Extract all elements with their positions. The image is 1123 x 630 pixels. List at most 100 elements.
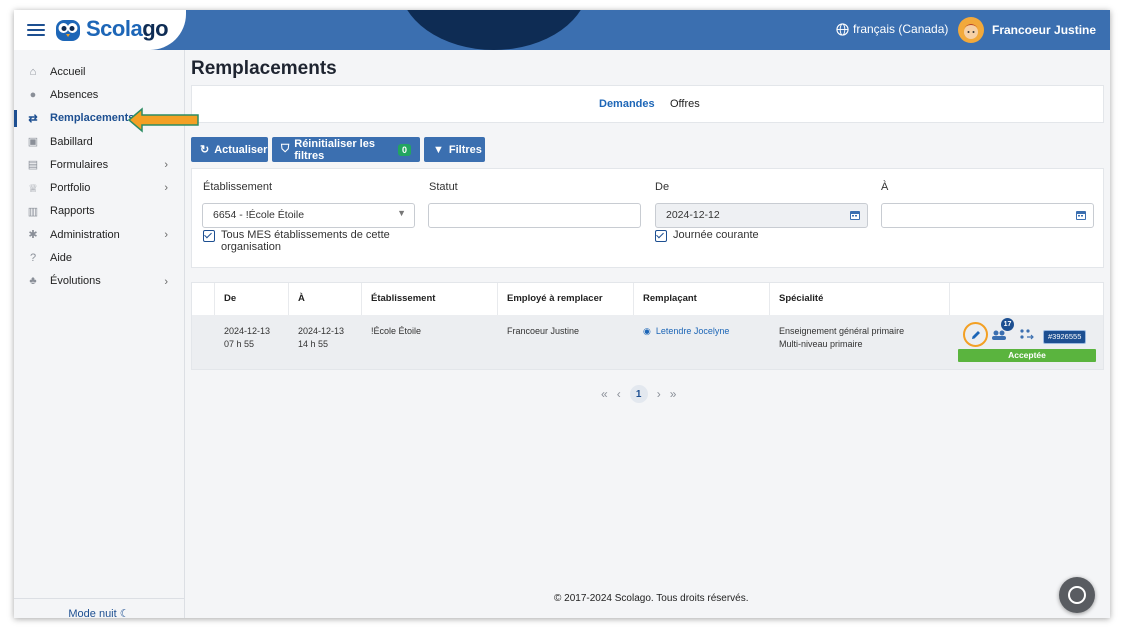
chevron-right-icon: › bbox=[164, 229, 168, 242]
help-chat-button[interactable] bbox=[1059, 577, 1095, 613]
column-header-a[interactable]: À bbox=[298, 293, 305, 304]
current-page[interactable]: 1 bbox=[629, 385, 648, 403]
sprout-icon: ♣ bbox=[29, 275, 37, 288]
a-date-field[interactable] bbox=[881, 203, 1094, 228]
statut-label: Statut bbox=[429, 181, 458, 193]
chevron-right-icon: › bbox=[164, 275, 168, 288]
pencil-icon bbox=[971, 330, 980, 339]
column-header-specialite[interactable]: Spécialité bbox=[779, 293, 823, 304]
pagination: « ‹ 1 › » bbox=[601, 385, 676, 403]
sidebar-nav: ⌂ Accueil ● Absences ⇄ Remplacements ▣ Babil… bbox=[14, 50, 184, 293]
de-date-field[interactable]: 2024-12-12 bbox=[655, 203, 868, 228]
first-page-icon[interactable]: « bbox=[601, 387, 608, 401]
reset-count-badge: 0 bbox=[397, 143, 411, 156]
calendar-icon[interactable] bbox=[849, 209, 861, 221]
page-title: Remplacements bbox=[191, 58, 337, 79]
refresh-button[interactable]: ↻ Actualiser bbox=[191, 137, 268, 162]
tab-demandes[interactable]: Demandes bbox=[599, 98, 655, 110]
sidebar: ⌂ Accueil ● Absences ⇄ Remplacements ▣ Babil… bbox=[14, 50, 185, 618]
avatar bbox=[958, 17, 984, 43]
column-header-etablissement[interactable]: Établissement bbox=[371, 293, 435, 304]
etablissement-select[interactable]: 6654 - !École Étoile ▼ bbox=[202, 203, 415, 228]
column-header-employe[interactable]: Employé à remplacer bbox=[507, 293, 603, 304]
scolago-owl-icon bbox=[56, 20, 80, 41]
notification-count-badge: 17 bbox=[1001, 318, 1014, 331]
refresh-icon: ↻ bbox=[200, 144, 210, 156]
sidebar-item-evolutions[interactable]: ♣ Évolutions › bbox=[14, 270, 184, 293]
eye-icon: ◉ bbox=[643, 326, 651, 336]
menu-toggle-icon[interactable] bbox=[27, 21, 45, 39]
language-selector[interactable]: français (Canada) bbox=[836, 22, 948, 36]
report-icon: ▥ bbox=[27, 205, 39, 218]
trophy-icon: ♕ bbox=[28, 182, 38, 195]
replacements-table: De À Établissement Employé à remplacer R… bbox=[191, 282, 1104, 370]
cell-remplacant-link[interactable]: ◉ Letendre Jocelyne bbox=[643, 325, 729, 338]
checkbox-checked-icon bbox=[203, 230, 215, 242]
chevron-down-icon: ▼ bbox=[397, 208, 406, 218]
sidebar-item-aide[interactable]: ? Aide bbox=[14, 246, 184, 269]
request-id-badge[interactable]: #3926555 bbox=[1043, 330, 1087, 344]
language-label: français (Canada) bbox=[853, 22, 949, 36]
header-decoration bbox=[399, 10, 589, 50]
cell-employe: Francoeur Justine bbox=[507, 326, 580, 336]
sidebar-item-administration[interactable]: ✱ Administration › bbox=[14, 223, 184, 246]
app-logo[interactable]: Scolago bbox=[86, 16, 169, 42]
annotation-arrow-icon bbox=[128, 107, 199, 133]
filter-icon: ▼ bbox=[433, 143, 444, 156]
footer-copyright: © 2017-2024 Scolago. Tous droits réservé… bbox=[554, 593, 749, 604]
etablissement-label: Établissement bbox=[203, 181, 273, 193]
chevron-right-icon: › bbox=[164, 159, 168, 172]
a-label: À bbox=[881, 181, 889, 193]
row-actions: 17 #3926555 Acceptée bbox=[958, 317, 1103, 365]
sidebar-item-absences[interactable]: ● Absences bbox=[14, 83, 184, 106]
next-page-icon[interactable]: › bbox=[657, 387, 661, 401]
sidebar-item-accueil[interactable]: ⌂ Accueil bbox=[14, 60, 184, 83]
tabs-bar: Demandes Offres bbox=[191, 85, 1104, 123]
sidebar-item-formulaires[interactable]: ▤ Formulaires › bbox=[14, 153, 184, 176]
reset-filters-button[interactable]: ⛉ Réinitialiser les filtres 0 bbox=[272, 137, 420, 162]
all-establishments-checkbox[interactable]: Tous MES établissements de cette organis… bbox=[203, 229, 403, 253]
cell-de: 2024-12-13 07 h 55 bbox=[224, 326, 271, 349]
board-icon: ▣ bbox=[27, 136, 39, 149]
filters-panel: Établissement 6654 - !École Étoile ▼ Tou… bbox=[191, 168, 1104, 268]
checkbox-checked-icon bbox=[655, 230, 667, 242]
cell-a: 2024-12-13 14 h 55 bbox=[298, 326, 345, 349]
question-icon: ? bbox=[29, 252, 37, 265]
last-page-icon[interactable]: » bbox=[670, 387, 677, 401]
sidebar-item-babillard[interactable]: ▣ Babillard bbox=[14, 130, 184, 153]
user-name: Francoeur Justine bbox=[992, 23, 1097, 37]
user-menu[interactable]: Francoeur Justine bbox=[958, 17, 1096, 43]
calendar-icon[interactable] bbox=[1075, 209, 1087, 221]
column-header-de[interactable]: De bbox=[224, 293, 236, 304]
column-header-remplacant[interactable]: Remplaçant bbox=[643, 293, 697, 304]
sidebar-item-portfolio[interactable]: ♕ Portfolio › bbox=[14, 176, 184, 199]
swap-icon: ⇄ bbox=[28, 112, 38, 125]
share-network-icon[interactable] bbox=[1019, 328, 1035, 340]
tab-offres[interactable]: Offres bbox=[670, 98, 700, 110]
users-group-icon[interactable] bbox=[991, 329, 1007, 341]
table-row[interactable]: 2024-12-13 07 h 55 2024-12-13 14 h 55 !Éco… bbox=[192, 315, 1103, 369]
chevron-right-icon: › bbox=[164, 182, 168, 195]
cell-etablissement: !École Étoile bbox=[371, 326, 422, 336]
top-bar: Scolago français (Canada) Francoeur Just… bbox=[14, 10, 1110, 50]
table-header: De À Établissement Employé à remplacer R… bbox=[192, 283, 1103, 316]
night-mode-toggle[interactable]: Mode nuit ☾ bbox=[14, 598, 184, 618]
user-clock-icon: ● bbox=[29, 88, 37, 101]
globe-icon bbox=[836, 22, 849, 36]
status-badge: Acceptée bbox=[958, 349, 1096, 362]
statut-select[interactable] bbox=[428, 203, 641, 228]
edit-button[interactable] bbox=[963, 322, 988, 347]
moon-icon: ☾ bbox=[119, 608, 130, 618]
filter-reset-icon: ⛉ bbox=[281, 143, 290, 155]
gear-icon: ✱ bbox=[28, 229, 38, 242]
filters-button[interactable]: ▼ Filtres bbox=[424, 137, 485, 162]
cell-specialite: Enseignement général primaire Multi-nivea… bbox=[779, 326, 905, 349]
previous-page-icon[interactable]: ‹ bbox=[617, 387, 621, 401]
document-icon: ▤ bbox=[27, 159, 39, 172]
home-icon: ⌂ bbox=[29, 65, 37, 78]
de-label: De bbox=[655, 181, 670, 193]
app-window: Scolago français (Canada) Francoeur Just… bbox=[14, 10, 1110, 618]
sidebar-item-rapports[interactable]: ▥ Rapports bbox=[14, 200, 184, 223]
current-day-checkbox[interactable]: Journée courante bbox=[655, 229, 759, 242]
logo-area: Scolago bbox=[14, 10, 186, 50]
